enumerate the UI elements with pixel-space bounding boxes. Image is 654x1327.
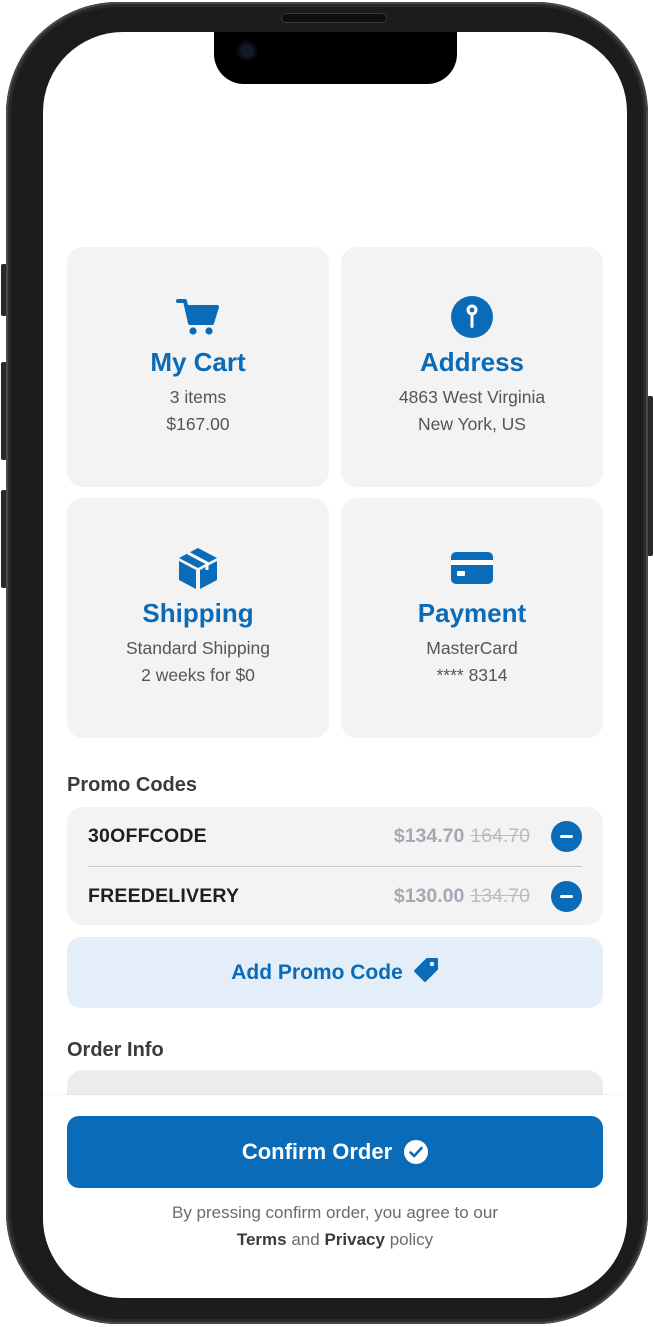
summary-grid: My Cart 3 items $167.00 Address 4863 Wes… — [67, 247, 603, 738]
promo-new-price: $134.70 — [393, 825, 465, 847]
screen: My Cart 3 items $167.00 Address 4863 Wes… — [43, 32, 627, 1298]
package-icon — [176, 546, 220, 590]
shipping-eta: 2 weeks for $0 — [141, 665, 255, 685]
remove-promo-button[interactable] — [551, 821, 582, 852]
legal-policy: policy — [389, 1230, 434, 1249]
payment-title: Payment — [417, 598, 527, 628]
cart-card[interactable]: My Cart 3 items $167.00 — [67, 247, 329, 487]
payment-brand: MasterCard — [426, 638, 518, 658]
minus-icon — [560, 894, 573, 898]
add-promo-code-button[interactable]: Add Promo Code — [67, 937, 603, 1008]
cart-total: $167.00 — [166, 414, 230, 434]
privacy-link[interactable]: Privacy — [324, 1230, 385, 1249]
add-promo-label: Add Promo Code — [231, 960, 403, 984]
promo-old-price: 134.70 — [470, 884, 530, 907]
promo-old-price: 164.70 — [470, 825, 530, 847]
promo-code: FREEDELIVERY — [88, 884, 240, 907]
legal-line-2: Terms and Privacy policy — [43, 1226, 627, 1253]
cart-title: My Cart — [150, 347, 246, 377]
credit-card-icon — [450, 546, 494, 590]
check-circle-icon — [404, 1140, 429, 1164]
address-title: Address — [419, 347, 525, 377]
remove-promo-button[interactable] — [551, 880, 582, 912]
terms-link[interactable]: Terms — [237, 1230, 287, 1249]
promo-row: 30OFFCODE $134.70 164.70 — [88, 807, 582, 866]
shipping-method: Standard Shipping — [126, 638, 270, 658]
notch — [214, 32, 457, 84]
shipping-card[interactable]: Shipping Standard Shipping 2 weeks for $… — [67, 498, 329, 738]
confirm-order-label: Confirm Order — [241, 1139, 393, 1164]
checkout-footer: Confirm Order By pressing confirm order,… — [43, 1095, 627, 1298]
order-info-title: Order Info — [67, 1039, 164, 1061]
promo-prices: $134.70 164.70 — [394, 821, 582, 852]
address-card[interactable]: Address 4863 West Virginia New York, US — [341, 247, 603, 487]
promo-list: 30OFFCODE $134.70 164.70 FREEDELIVERY $1… — [67, 807, 603, 925]
promo-code: 30OFFCODE — [88, 825, 207, 847]
promo-new-price: $130.00 — [393, 884, 465, 907]
phone-frame: My Cart 3 items $167.00 Address 4863 Wes… — [6, 2, 648, 1324]
confirm-order-button[interactable]: Confirm Order — [67, 1116, 603, 1188]
shipping-title: Shipping — [142, 598, 254, 628]
payment-card[interactable]: Payment MasterCard **** 8314 — [341, 498, 603, 738]
map-pin-icon — [450, 295, 494, 339]
front-camera — [237, 41, 257, 61]
minus-icon — [560, 835, 573, 838]
cart-item-count: 3 items — [169, 387, 227, 407]
legal-and: and — [291, 1230, 320, 1249]
tag-icon — [413, 957, 439, 988]
address-street: 4863 West Virginia — [398, 387, 546, 407]
checkout-content: My Cart 3 items $167.00 Address 4863 Wes… — [67, 247, 603, 1110]
legal-notice: By pressing confirm order, you agree to … — [43, 1199, 627, 1253]
promo-section-title: Promo Codes — [67, 774, 198, 796]
promo-prices: $130.00 134.70 — [393, 880, 582, 912]
address-city: New York, US — [418, 414, 526, 434]
speaker-grille — [281, 13, 387, 23]
payment-card-number: **** 8314 — [436, 665, 508, 685]
promo-row: FREEDELIVERY $130.00 134.70 — [88, 866, 582, 925]
cart-icon — [176, 295, 220, 339]
legal-line-1: By pressing confirm order, you agree to … — [172, 1203, 498, 1222]
